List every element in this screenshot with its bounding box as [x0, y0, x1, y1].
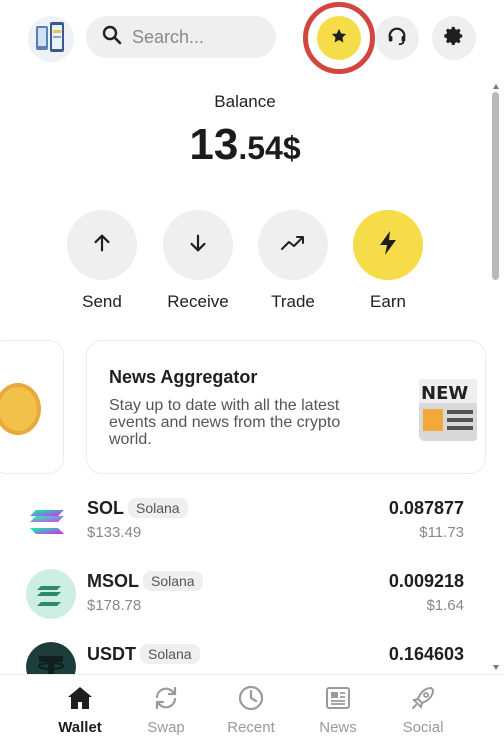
trend-icon [280, 232, 306, 259]
favorites-button[interactable] [317, 16, 361, 60]
earn-label: Earn [370, 292, 406, 311]
send-label: Send [82, 292, 122, 311]
token-price: $133.49 [87, 524, 142, 541]
receive-circle[interactable] [163, 210, 233, 280]
scroll-up-arrow[interactable] [493, 84, 499, 89]
trade-label: Trade [271, 292, 315, 311]
action-row: Send Receive Trade Earn [66, 210, 426, 320]
clock-icon [206, 681, 296, 715]
balance-label: Balance [214, 92, 276, 111]
msol-icon [26, 569, 76, 619]
network-badge: Solana [128, 498, 188, 518]
header [0, 0, 504, 78]
home-icon [35, 681, 125, 715]
token-amount: 0.164603 [388, 644, 464, 664]
token-amount: 0.087877 [388, 498, 464, 518]
token-row-msol[interactable]: MSOL Solana $178.78 0.009218 $1.64 [0, 565, 490, 629]
nav-recent-label: Recent [227, 719, 275, 736]
trade-button[interactable]: Trade [257, 210, 329, 312]
token-value: $11.73 [419, 524, 464, 541]
trade-circle[interactable] [258, 210, 328, 280]
nav-swap[interactable]: Swap [121, 681, 211, 736]
nav-social-label: Social [402, 719, 444, 736]
banner-card-previous[interactable] [0, 340, 64, 474]
network-badge: Solana [140, 644, 200, 664]
banner-title: News Aggregator [109, 367, 258, 387]
nav-swap-label: Swap [147, 719, 185, 736]
token-price: $178.78 [87, 597, 142, 614]
support-button[interactable] [375, 16, 419, 60]
bolt-icon [377, 230, 399, 261]
arrow-down-icon [187, 232, 209, 259]
balance-whole: 13 [189, 120, 239, 169]
usdt-icon [26, 642, 76, 674]
token-row-sol[interactable]: SOL Solana $133.49 0.087877 $11.73 [0, 492, 490, 556]
app-logo[interactable] [28, 16, 74, 62]
star-icon [330, 27, 348, 50]
earn-button[interactable]: Earn [352, 210, 424, 312]
gear-icon [443, 25, 465, 52]
arrow-up-icon [91, 232, 113, 259]
solana-icon [26, 496, 76, 546]
receive-button[interactable]: Receive [162, 210, 234, 312]
nav-social[interactable]: Social [378, 681, 468, 736]
swap-icon [121, 681, 211, 715]
balance-fraction: .54$ [238, 130, 301, 166]
banner-description: Stay up to date with all the latest even… [109, 397, 341, 448]
search-bar[interactable] [86, 16, 276, 58]
receive-label: Receive [167, 292, 229, 311]
token-symbol: MSOL [87, 571, 139, 591]
headset-icon [386, 25, 408, 52]
token-row-usdt[interactable]: USDT Solana 0.164603 [0, 638, 490, 674]
nav-wallet[interactable]: Wallet [35, 681, 125, 736]
network-badge: Solana [143, 571, 203, 591]
send-circle[interactable] [67, 210, 137, 280]
news-banner-card[interactable]: News Aggregator Stay up to date with all… [86, 340, 486, 474]
token-amount: 0.009218 [388, 571, 464, 591]
coin-icon [0, 383, 41, 435]
rocket-icon [378, 681, 468, 715]
settings-button[interactable] [432, 16, 476, 60]
earn-circle[interactable] [353, 210, 423, 280]
newspaper-image-text: NEW [421, 383, 468, 404]
scroll-down-arrow[interactable] [493, 665, 499, 670]
newspaper-image: NEW [417, 373, 479, 445]
nav-news-label: News [319, 719, 357, 736]
scrollbar[interactable] [492, 84, 500, 670]
wallet-content: Balance 13.54$ Send Receive Trade Earn N… [0, 78, 504, 674]
token-value: $1.64 [426, 597, 464, 614]
search-icon [102, 25, 122, 50]
token-symbol: SOL [87, 498, 125, 518]
send-button[interactable]: Send [66, 210, 138, 312]
token-symbol: USDT [87, 644, 136, 664]
scrollbar-thumb[interactable] [492, 92, 499, 280]
bottom-nav: Wallet Swap Recent News Social [0, 674, 504, 754]
search-input[interactable] [132, 26, 272, 48]
nav-recent[interactable]: Recent [206, 681, 296, 736]
balance-value: 13.54$ [0, 120, 490, 170]
newspaper-icon [293, 681, 383, 715]
nav-wallet-label: Wallet [58, 719, 102, 736]
nav-news[interactable]: News [293, 681, 383, 736]
